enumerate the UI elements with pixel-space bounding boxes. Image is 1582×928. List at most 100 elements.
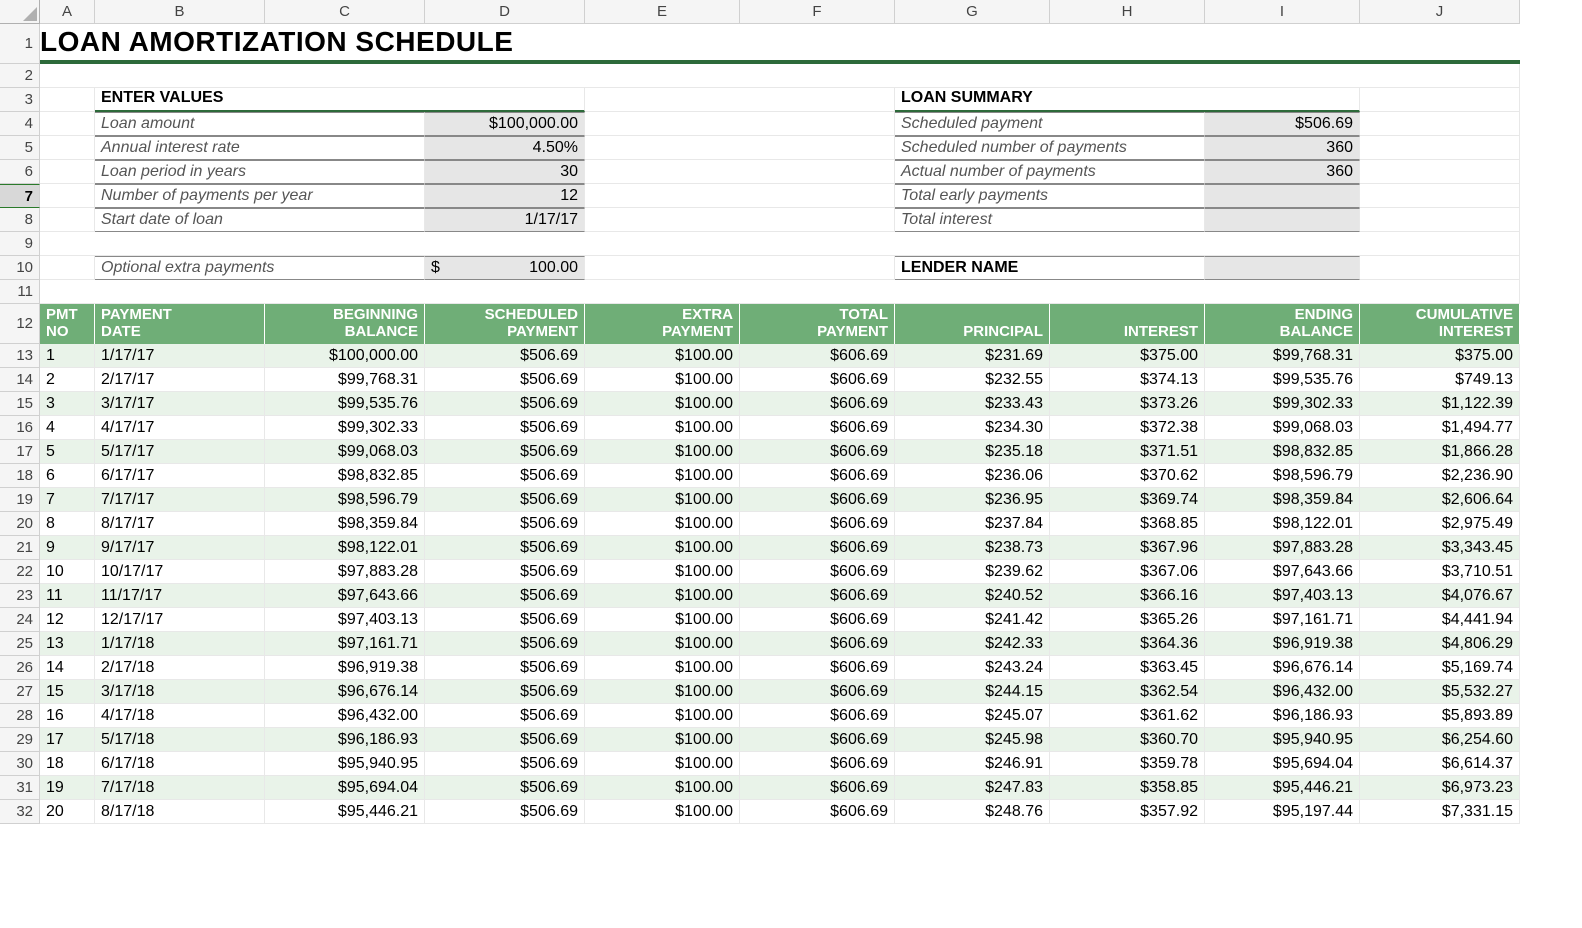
cell-beginning-balance[interactable]: $98,596.79	[265, 488, 425, 512]
cell-payment-date[interactable]: 1/17/18	[95, 632, 265, 656]
select-all-corner[interactable]	[0, 0, 40, 24]
col-header-g[interactable]: G	[895, 0, 1050, 24]
cell-principal[interactable]: $240.52	[895, 584, 1050, 608]
cell-beginning-balance[interactable]: $98,359.84	[265, 512, 425, 536]
cell-scheduled-payment[interactable]: $506.69	[425, 512, 585, 536]
cell-interest[interactable]: $358.85	[1050, 776, 1205, 800]
cell-principal[interactable]: $246.91	[895, 752, 1050, 776]
cell-principal[interactable]: $236.06	[895, 464, 1050, 488]
cell-scheduled-payment[interactable]: $506.69	[425, 536, 585, 560]
row-header-4[interactable]: 4	[0, 112, 40, 136]
cell-scheduled-payment[interactable]: $506.69	[425, 560, 585, 584]
cell-extra-payment[interactable]: $100.00	[585, 416, 740, 440]
cell-cumulative-interest[interactable]: $1,866.28	[1360, 440, 1520, 464]
cell-beginning-balance[interactable]: $96,432.00	[265, 704, 425, 728]
cell-scheduled-payment[interactable]: $506.69	[425, 728, 585, 752]
cell-beginning-balance[interactable]: $97,403.13	[265, 608, 425, 632]
cell-beginning-balance[interactable]: $97,161.71	[265, 632, 425, 656]
blank-row[interactable]	[40, 64, 1520, 88]
cell-cumulative-interest[interactable]: $1,494.77	[1360, 416, 1520, 440]
cell-payment-date[interactable]: 7/17/17	[95, 488, 265, 512]
cell-payment-date[interactable]: 3/17/18	[95, 680, 265, 704]
cell-ending-balance[interactable]: $99,768.31	[1205, 344, 1360, 368]
cell-interest[interactable]: $366.16	[1050, 584, 1205, 608]
col-header-i[interactable]: I	[1205, 0, 1360, 24]
cell-ending-balance[interactable]: $98,359.84	[1205, 488, 1360, 512]
row-header-15[interactable]: 15	[0, 392, 40, 416]
cell-ending-balance[interactable]: $97,403.13	[1205, 584, 1360, 608]
cell-total-payment[interactable]: $606.69	[740, 584, 895, 608]
row-header-19[interactable]: 19	[0, 488, 40, 512]
cell-payment-date[interactable]: 2/17/17	[95, 368, 265, 392]
cell-interest[interactable]: $374.13	[1050, 368, 1205, 392]
loan-amount-value[interactable]: $100,000.00	[425, 112, 585, 136]
cell-cumulative-interest[interactable]: $6,973.23	[1360, 776, 1520, 800]
row-header-27[interactable]: 27	[0, 680, 40, 704]
cell-total-payment[interactable]: $606.69	[740, 656, 895, 680]
cell-interest[interactable]: $365.26	[1050, 608, 1205, 632]
cell-beginning-balance[interactable]: $95,940.95	[265, 752, 425, 776]
cell-total-payment[interactable]: $606.69	[740, 560, 895, 584]
row-header-22[interactable]: 22	[0, 560, 40, 584]
cell-extra-payment[interactable]: $100.00	[585, 464, 740, 488]
cell-payment-date[interactable]: 3/17/17	[95, 392, 265, 416]
cell-scheduled-payment[interactable]: $506.69	[425, 752, 585, 776]
cell-extra-payment[interactable]: $100.00	[585, 440, 740, 464]
row-header-14[interactable]: 14	[0, 368, 40, 392]
row-header-20[interactable]: 20	[0, 512, 40, 536]
cell-payment-date[interactable]: 4/17/18	[95, 704, 265, 728]
cell-payment-date[interactable]: 1/17/17	[95, 344, 265, 368]
cell-scheduled-payment[interactable]: $506.69	[425, 344, 585, 368]
cell-cumulative-interest[interactable]: $5,893.89	[1360, 704, 1520, 728]
cell-payment-date[interactable]: 12/17/17	[95, 608, 265, 632]
cell-total-payment[interactable]: $606.69	[740, 632, 895, 656]
cell-cumulative-interest[interactable]: $749.13	[1360, 368, 1520, 392]
cell-extra-payment[interactable]: $100.00	[585, 632, 740, 656]
cell-extra-payment[interactable]: $100.00	[585, 680, 740, 704]
cell-ending-balance[interactable]: $98,122.01	[1205, 512, 1360, 536]
cell-payment-date[interactable]: 5/17/17	[95, 440, 265, 464]
col-header-e[interactable]: E	[585, 0, 740, 24]
cell-payment-date[interactable]: 8/17/17	[95, 512, 265, 536]
cell-pmt-no[interactable]: 13	[40, 632, 95, 656]
cell-pmt-no[interactable]: 1	[40, 344, 95, 368]
cell-beginning-balance[interactable]: $95,694.04	[265, 776, 425, 800]
cell-extra-payment[interactable]: $100.00	[585, 728, 740, 752]
annual-interest-rate-value[interactable]: 4.50%	[425, 136, 585, 160]
cell-extra-payment[interactable]: $100.00	[585, 800, 740, 824]
row-header-26[interactable]: 26	[0, 656, 40, 680]
cell-payment-date[interactable]: 4/17/17	[95, 416, 265, 440]
cell-extra-payment[interactable]: $100.00	[585, 584, 740, 608]
cell-interest[interactable]: $371.51	[1050, 440, 1205, 464]
cell-cumulative-interest[interactable]: $1,122.39	[1360, 392, 1520, 416]
row-header-11[interactable]: 11	[0, 280, 40, 304]
cell-beginning-balance[interactable]: $96,676.14	[265, 680, 425, 704]
cell-total-payment[interactable]: $606.69	[740, 680, 895, 704]
cell-cumulative-interest[interactable]: $2,236.90	[1360, 464, 1520, 488]
cell-total-payment[interactable]: $606.69	[740, 344, 895, 368]
row-header-28[interactable]: 28	[0, 704, 40, 728]
cell-payment-date[interactable]: 9/17/17	[95, 536, 265, 560]
row-header-10[interactable]: 10	[0, 256, 40, 280]
lender-name-value[interactable]	[1205, 256, 1360, 280]
cell-payment-date[interactable]: 8/17/18	[95, 800, 265, 824]
cell-extra-payment[interactable]: $100.00	[585, 560, 740, 584]
cell-cumulative-interest[interactable]: $375.00	[1360, 344, 1520, 368]
row-header-3[interactable]: 3	[0, 88, 40, 112]
cell-total-payment[interactable]: $606.69	[740, 728, 895, 752]
cell-principal[interactable]: $239.62	[895, 560, 1050, 584]
cell-cumulative-interest[interactable]: $2,606.64	[1360, 488, 1520, 512]
cell-principal[interactable]: $248.76	[895, 800, 1050, 824]
cell-scheduled-payment[interactable]: $506.69	[425, 584, 585, 608]
cell-scheduled-payment[interactable]: $506.69	[425, 704, 585, 728]
cell-total-payment[interactable]: $606.69	[740, 536, 895, 560]
cell-beginning-balance[interactable]: $95,446.21	[265, 800, 425, 824]
cell-total-payment[interactable]: $606.69	[740, 464, 895, 488]
cell-interest[interactable]: $364.36	[1050, 632, 1205, 656]
cell-interest[interactable]: $363.45	[1050, 656, 1205, 680]
cell-principal[interactable]: $233.43	[895, 392, 1050, 416]
row-header-9[interactable]: 9	[0, 232, 40, 256]
cell-pmt-no[interactable]: 18	[40, 752, 95, 776]
row-header-21[interactable]: 21	[0, 536, 40, 560]
col-header-h[interactable]: H	[1050, 0, 1205, 24]
